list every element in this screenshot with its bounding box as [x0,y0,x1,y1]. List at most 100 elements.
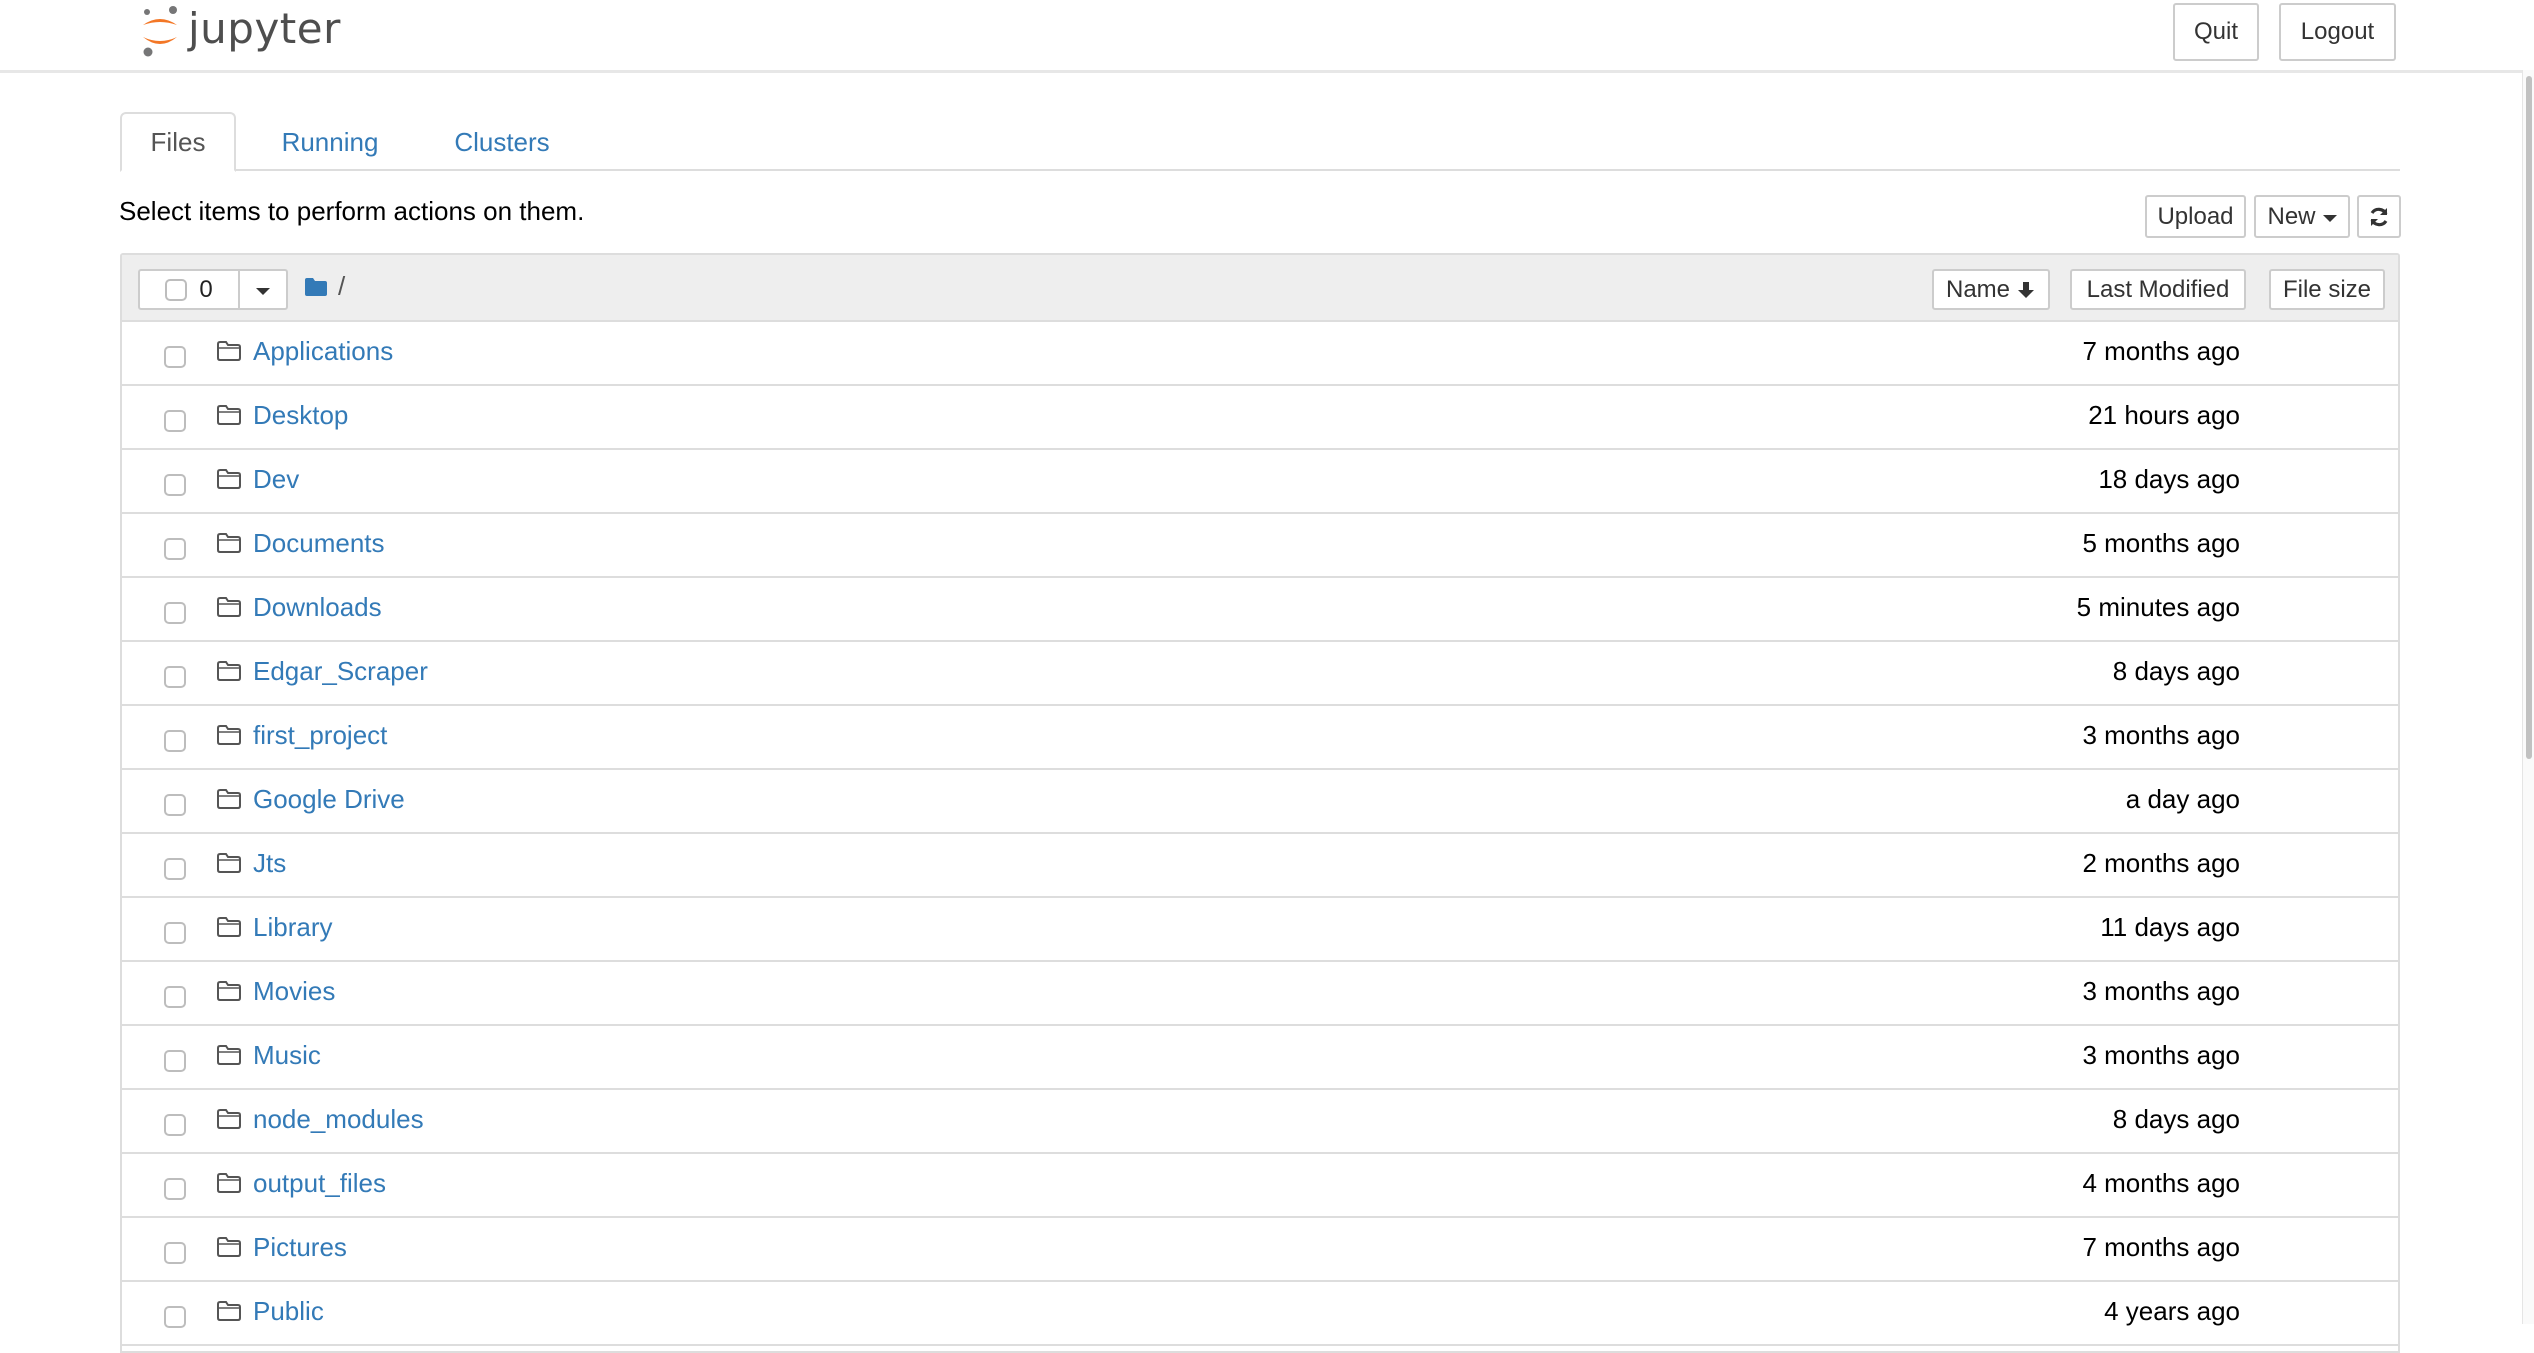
row-checkbox[interactable] [164,346,186,368]
file-row[interactable]: Library 11 days ago [122,898,2398,962]
sort-by-name-button[interactable]: Name [1932,269,2050,310]
file-row[interactable]: Edgar_Scraper 8 days ago [122,642,2398,706]
tab-running[interactable]: Running [260,112,400,172]
row-checkbox[interactable] [164,474,186,496]
file-name-link[interactable]: Movies [253,976,335,1007]
file-name-link[interactable]: Music [253,1040,321,1071]
row-checkbox[interactable] [164,1306,186,1328]
select-all-toggle[interactable]: 0 [140,271,240,308]
file-list-header: 0 / Name Last Modified File size [122,255,2398,322]
tab-clusters[interactable]: Clusters [416,112,588,172]
file-name-link[interactable]: Jts [253,848,286,879]
last-modified: 8 days ago [2112,1104,2240,1134]
file-name-link[interactable]: Edgar_Scraper [253,656,428,687]
file-name-link[interactable]: Dev [253,464,299,495]
sort-by-modified-button[interactable]: Last Modified [2070,269,2246,310]
file-name-link[interactable]: output_files [253,1168,386,1199]
row-checkbox[interactable] [164,794,186,816]
folder-icon [217,1173,241,1193]
last-modified: 4 years ago [2104,1296,2240,1326]
folder-icon [217,533,241,553]
tab-files[interactable]: Files [120,112,236,172]
select-dropdown-button[interactable] [240,271,286,308]
logo-text: jupyter [188,3,341,53]
row-checkbox[interactable] [164,410,186,432]
folder-icon [217,597,241,617]
breadcrumb: / [304,271,345,302]
file-rows: Applications 7 months ago Desktop 21 hours … [122,322,2398,1346]
top-header: jupyter Quit Logout [0,0,2524,73]
last-modified: 2 months ago [2082,848,2240,878]
file-row[interactable]: Downloads 5 minutes ago [122,578,2398,642]
file-row[interactable]: Movies 3 months ago [122,962,2398,1026]
upload-button[interactable]: Upload [2145,195,2246,238]
row-checkbox[interactable] [164,730,186,752]
logout-button[interactable]: Logout [2279,3,2396,61]
last-modified: 3 months ago [2082,720,2240,750]
folder-solid-icon[interactable] [304,277,328,297]
row-checkbox[interactable] [164,858,186,880]
file-row[interactable]: first_project 3 months ago [122,706,2398,770]
file-row[interactable]: Desktop 21 hours ago [122,386,2398,450]
file-name-link[interactable]: node_modules [253,1104,424,1135]
file-row[interactable]: Public 4 years ago [122,1282,2398,1346]
file-name-link[interactable]: Applications [253,336,393,367]
file-name-link[interactable]: Downloads [253,592,382,623]
file-row[interactable]: output_files 4 months ago [122,1154,2398,1218]
jupyter-logo[interactable]: jupyter [140,2,360,62]
folder-icon [217,917,241,937]
selected-count: 0 [199,275,213,303]
file-name-link[interactable]: Google Drive [253,784,405,815]
row-checkbox[interactable] [164,1242,186,1264]
row-checkbox[interactable] [164,1114,186,1136]
last-modified: 21 hours ago [2088,400,2240,430]
file-row[interactable]: Google Drive a day ago [122,770,2398,834]
last-modified: 7 months ago [2082,1232,2240,1262]
file-row[interactable]: Jts 2 months ago [122,834,2398,898]
row-checkbox[interactable] [164,538,186,560]
row-checkbox[interactable] [164,666,186,688]
last-modified: 11 days ago [2100,912,2240,942]
jupyter-logo-icon [143,6,177,57]
new-button-label: New [2267,202,2316,230]
select-all-group: 0 [138,269,288,310]
breadcrumb-root[interactable]: / [338,271,345,302]
scrollbar-thumb[interactable] [2526,76,2532,759]
last-modified: 18 days ago [2098,464,2240,494]
folder-icon [217,1301,241,1321]
file-row[interactable]: Dev 18 days ago [122,450,2398,514]
tab-bar: Files Running Clusters [120,112,2400,172]
row-checkbox[interactable] [164,1050,186,1072]
folder-icon [217,789,241,809]
file-name-link[interactable]: Public [253,1296,324,1327]
arrow-down-icon [2018,281,2035,298]
file-name-link[interactable]: Desktop [253,400,348,431]
sort-by-size-button[interactable]: File size [2269,269,2385,310]
file-row[interactable]: Music 3 months ago [122,1026,2398,1090]
file-row[interactable]: Documents 5 months ago [122,514,2398,578]
selection-hint: Select items to perform actions on them. [119,196,585,226]
caret-down-icon [256,288,270,295]
folder-icon [217,1109,241,1129]
file-name-link[interactable]: Library [253,912,332,943]
refresh-icon [2370,207,2388,226]
vertical-scrollbar[interactable] [2522,70,2534,1324]
file-name-link[interactable]: Pictures [253,1232,347,1263]
select-all-checkbox[interactable] [165,278,188,301]
folder-icon [217,725,241,745]
file-row[interactable]: Applications 7 months ago [122,322,2398,386]
file-row[interactable]: node_modules 8 days ago [122,1090,2398,1154]
last-modified: 7 months ago [2082,336,2240,366]
refresh-button[interactable] [2357,195,2401,238]
new-button[interactable]: New [2254,195,2350,238]
file-name-link[interactable]: first_project [253,720,387,751]
row-checkbox[interactable] [164,986,186,1008]
file-row[interactable]: Pictures 7 months ago [122,1218,2398,1282]
row-checkbox[interactable] [164,922,186,944]
row-checkbox[interactable] [164,1178,186,1200]
quit-button[interactable]: Quit [2173,3,2259,61]
file-list: 0 / Name Last Modified File size Applica… [120,253,2400,1353]
file-name-link[interactable]: Documents [253,528,385,559]
folder-icon [217,1045,241,1065]
row-checkbox[interactable] [164,602,186,624]
